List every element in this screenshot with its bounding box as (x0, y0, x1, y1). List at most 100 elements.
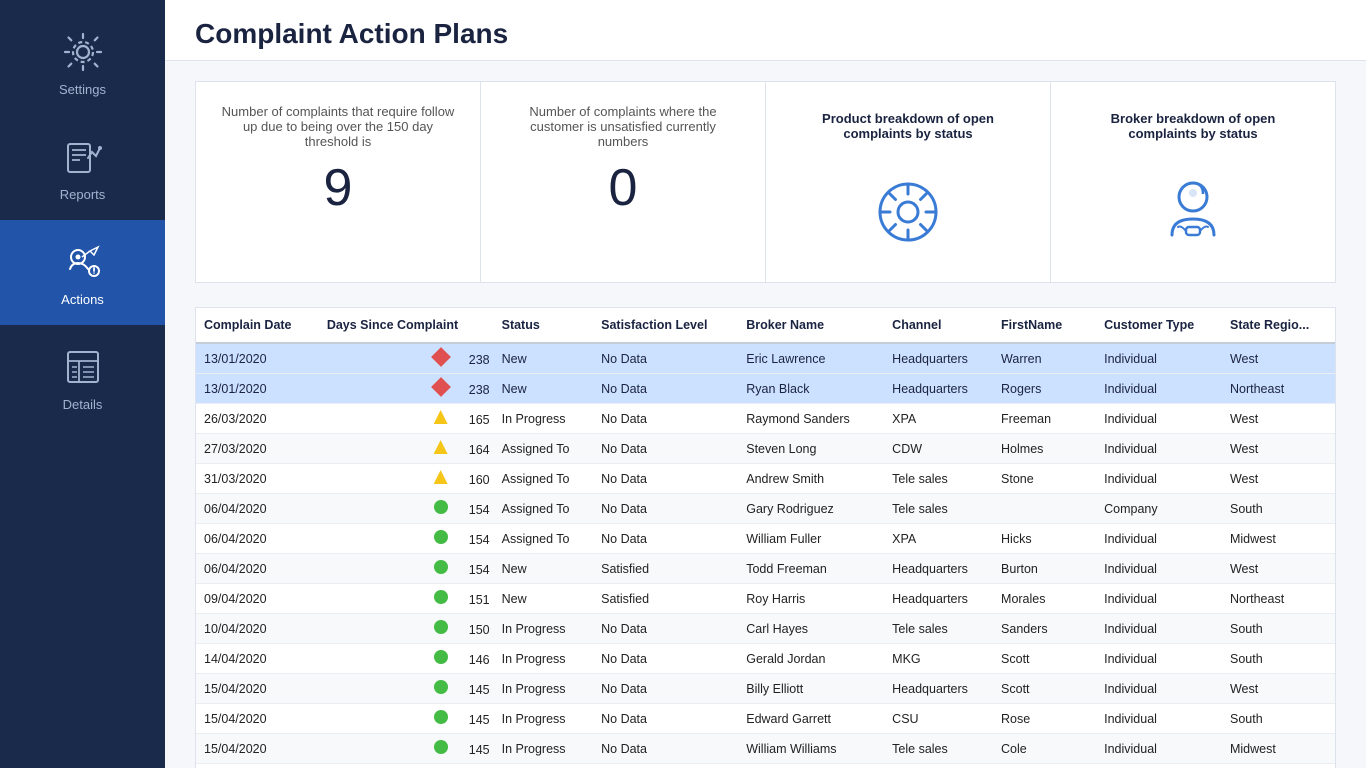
cell-broker: Gary Rodriguez (738, 494, 884, 524)
cell-broker: Todd Freeman (738, 554, 884, 584)
cell-date: 15/04/2020 (196, 704, 319, 734)
sidebar-item-actions[interactable]: Actions (0, 220, 165, 325)
cell-days: 154 (319, 524, 494, 554)
sidebar-item-actions-label: Actions (61, 292, 104, 307)
cell-firstname: Rogers (993, 374, 1096, 404)
table-row[interactable]: 15/04/2020 145 In Progress No Data Billy… (196, 674, 1335, 704)
col-complain-date: Complain Date (196, 308, 319, 343)
cell-status: New (494, 374, 594, 404)
cell-days: 160 (319, 464, 494, 494)
cell-satisfaction: No Data (593, 374, 738, 404)
sidebar-item-settings[interactable]: Settings (0, 10, 165, 115)
kpi-unsatisfied-value: 0 (505, 162, 741, 214)
cell-satisfaction: No Data (593, 464, 738, 494)
cell-state: West (1222, 674, 1335, 704)
cell-custtype: Individual (1096, 524, 1222, 554)
cell-days: 164 (319, 434, 494, 464)
cell-days: 145 (319, 674, 494, 704)
cell-channel: CDW (884, 434, 993, 464)
cell-state: Midwest (1222, 734, 1335, 764)
col-status: Status (494, 308, 594, 343)
sidebar-item-reports[interactable]: Reports (0, 115, 165, 220)
cell-date: 06/04/2020 (196, 524, 319, 554)
cell-firstname: Hicks (993, 524, 1096, 554)
cell-status: In Progress (494, 644, 594, 674)
cell-status: Assigned To (494, 464, 594, 494)
complaint-table: Complain Date Days Since Complaint Statu… (195, 307, 1336, 768)
table-row[interactable]: 06/04/2020 154 Assigned To No Data Gary … (196, 494, 1335, 524)
cell-satisfaction: No Data (593, 494, 738, 524)
reports-icon (59, 133, 107, 181)
cell-channel: CDW (884, 764, 993, 768)
table-row[interactable]: 06/04/2020 154 New Satisfied Todd Freema… (196, 554, 1335, 584)
cell-days: 146 (319, 644, 494, 674)
cell-status: New (494, 554, 594, 584)
cell-days: 238 (319, 343, 494, 374)
cell-status: Assigned To (494, 494, 594, 524)
cell-firstname: Burton (993, 554, 1096, 584)
cell-broker: William Fuller (738, 524, 884, 554)
table-row[interactable]: 13/01/2020 238 New No Data Ryan Black He… (196, 374, 1335, 404)
table-row[interactable]: 09/04/2020 151 New Satisfied Roy Harris … (196, 584, 1335, 614)
cell-state: South (1222, 704, 1335, 734)
cell-satisfaction: No Data (593, 404, 738, 434)
kpi-unsatisfied: Number of complaints where the customer … (481, 82, 766, 282)
sidebar-item-details[interactable]: Details (0, 325, 165, 430)
cell-date: 14/04/2020 (196, 644, 319, 674)
cell-satisfaction: No Data (593, 704, 738, 734)
table-row[interactable]: 15/04/2020 145 In Progress No Data Willi… (196, 734, 1335, 764)
table-row[interactable]: 13/01/2020 238 New No Data Eric Lawrence… (196, 343, 1335, 374)
cell-days: 154 (319, 494, 494, 524)
cell-channel: Tele sales (884, 494, 993, 524)
cell-broker: Steven Long (738, 434, 884, 464)
page-header: Complaint Action Plans (165, 0, 1366, 61)
kpi-broker: Broker breakdown of open complaints by s… (1051, 82, 1335, 282)
broker-icon (1075, 162, 1311, 262)
cell-status: In Progress (494, 614, 594, 644)
kpi-unsatisfied-desc: Number of complaints where the customer … (505, 102, 741, 150)
cell-firstname: Warren (993, 343, 1096, 374)
cell-status: In Progress (494, 734, 594, 764)
cell-date: 06/04/2020 (196, 494, 319, 524)
col-broker: Broker Name (738, 308, 884, 343)
table-row[interactable]: 27/03/2020 164 Assigned To No Data Steve… (196, 434, 1335, 464)
cell-firstname: Cunningham (993, 764, 1096, 768)
cell-channel: Headquarters (884, 374, 993, 404)
table-row[interactable]: 15/04/2020 145 In Progress No Data Edwar… (196, 704, 1335, 734)
cell-date: 27/03/2020 (196, 434, 319, 464)
table-row[interactable]: 16/04/2020 144 New Satisfied Shawn Ferna… (196, 764, 1335, 768)
main-content: Complaint Action Plans Number of complai… (165, 0, 1366, 768)
cell-firstname: Morales (993, 584, 1096, 614)
cell-state: Midwest (1222, 524, 1335, 554)
cell-channel: XPA (884, 524, 993, 554)
table-row[interactable]: 06/04/2020 154 Assigned To No Data Willi… (196, 524, 1335, 554)
cell-channel: MKG (884, 644, 993, 674)
col-channel: Channel (884, 308, 993, 343)
cell-satisfaction: No Data (593, 343, 738, 374)
cell-firstname: Sanders (993, 614, 1096, 644)
page-content[interactable]: Number of complaints that require follow… (165, 61, 1366, 768)
cell-broker: Billy Elliott (738, 674, 884, 704)
page-title: Complaint Action Plans (195, 18, 1336, 50)
cell-state: West (1222, 343, 1335, 374)
kpi-threshold-desc: Number of complaints that require follow… (220, 102, 456, 150)
cell-state: West (1222, 434, 1335, 464)
cell-broker: Eric Lawrence (738, 343, 884, 374)
cell-firstname: Rose (993, 704, 1096, 734)
cell-days: 165 (319, 404, 494, 434)
cell-state: Midwest (1222, 764, 1335, 768)
table-row[interactable]: 26/03/2020 165 In Progress No Data Raymo… (196, 404, 1335, 434)
cell-state: South (1222, 494, 1335, 524)
table-row[interactable]: 10/04/2020 150 In Progress No Data Carl … (196, 614, 1335, 644)
settings-icon (59, 28, 107, 76)
cell-date: 10/04/2020 (196, 614, 319, 644)
table-row[interactable]: 31/03/2020 160 Assigned To No Data Andre… (196, 464, 1335, 494)
table-row[interactable]: 14/04/2020 146 In Progress No Data Geral… (196, 644, 1335, 674)
cell-firstname: Stone (993, 464, 1096, 494)
kpi-product: Product breakdown of open complaints by … (766, 82, 1051, 282)
cell-broker: Carl Hayes (738, 614, 884, 644)
cell-firstname: Cole (993, 734, 1096, 764)
cell-broker: Edward Garrett (738, 704, 884, 734)
cell-status: New (494, 343, 594, 374)
cell-satisfaction: No Data (593, 524, 738, 554)
